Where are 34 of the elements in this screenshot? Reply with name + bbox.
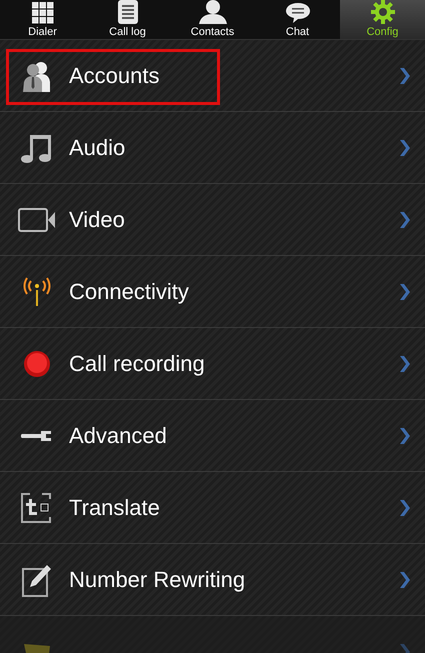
chevron-icon <box>399 426 411 444</box>
tab[interactable]: Chat <box>255 0 340 39</box>
person-icon <box>196 0 228 24</box>
music-note-icon <box>20 132 54 162</box>
translate-icon <box>20 492 54 522</box>
chevron-icon <box>399 498 411 516</box>
wrench-icon <box>21 428 53 442</box>
users-icon <box>21 60 53 92</box>
menu-item[interactable]: Accounts <box>0 40 425 112</box>
menu-item[interactable]: Connectivity <box>0 256 425 328</box>
notepad-icon <box>118 0 138 24</box>
menu-item[interactable]: Advanced <box>0 400 425 472</box>
gear-icon <box>370 0 394 24</box>
record-icon <box>23 350 51 378</box>
chevron-icon <box>399 282 411 300</box>
edit-icon <box>22 562 52 596</box>
chevron-icon <box>399 210 411 228</box>
video-camera-icon <box>18 208 56 232</box>
antenna-icon <box>22 276 52 306</box>
speech-bubble-icon <box>284 2 310 24</box>
menu-item[interactable]: Call recording <box>0 328 425 400</box>
menu-item[interactable]: Audio <box>0 112 425 184</box>
tab[interactable]: Call log <box>85 0 170 39</box>
tab[interactable]: Config <box>340 0 425 39</box>
chevron-icon <box>399 66 411 84</box>
menu-item[interactable]: Translate <box>0 472 425 544</box>
chevron-icon <box>399 570 411 588</box>
menu-item[interactable]: Video <box>0 184 425 256</box>
chevron-icon <box>399 138 411 156</box>
chevron-icon <box>399 354 411 372</box>
tab[interactable]: Contacts <box>170 0 255 39</box>
menu-item[interactable]: Number Rewriting <box>0 544 425 616</box>
tab[interactable]: Dialer <box>0 0 85 39</box>
grid-icon <box>32 2 54 24</box>
